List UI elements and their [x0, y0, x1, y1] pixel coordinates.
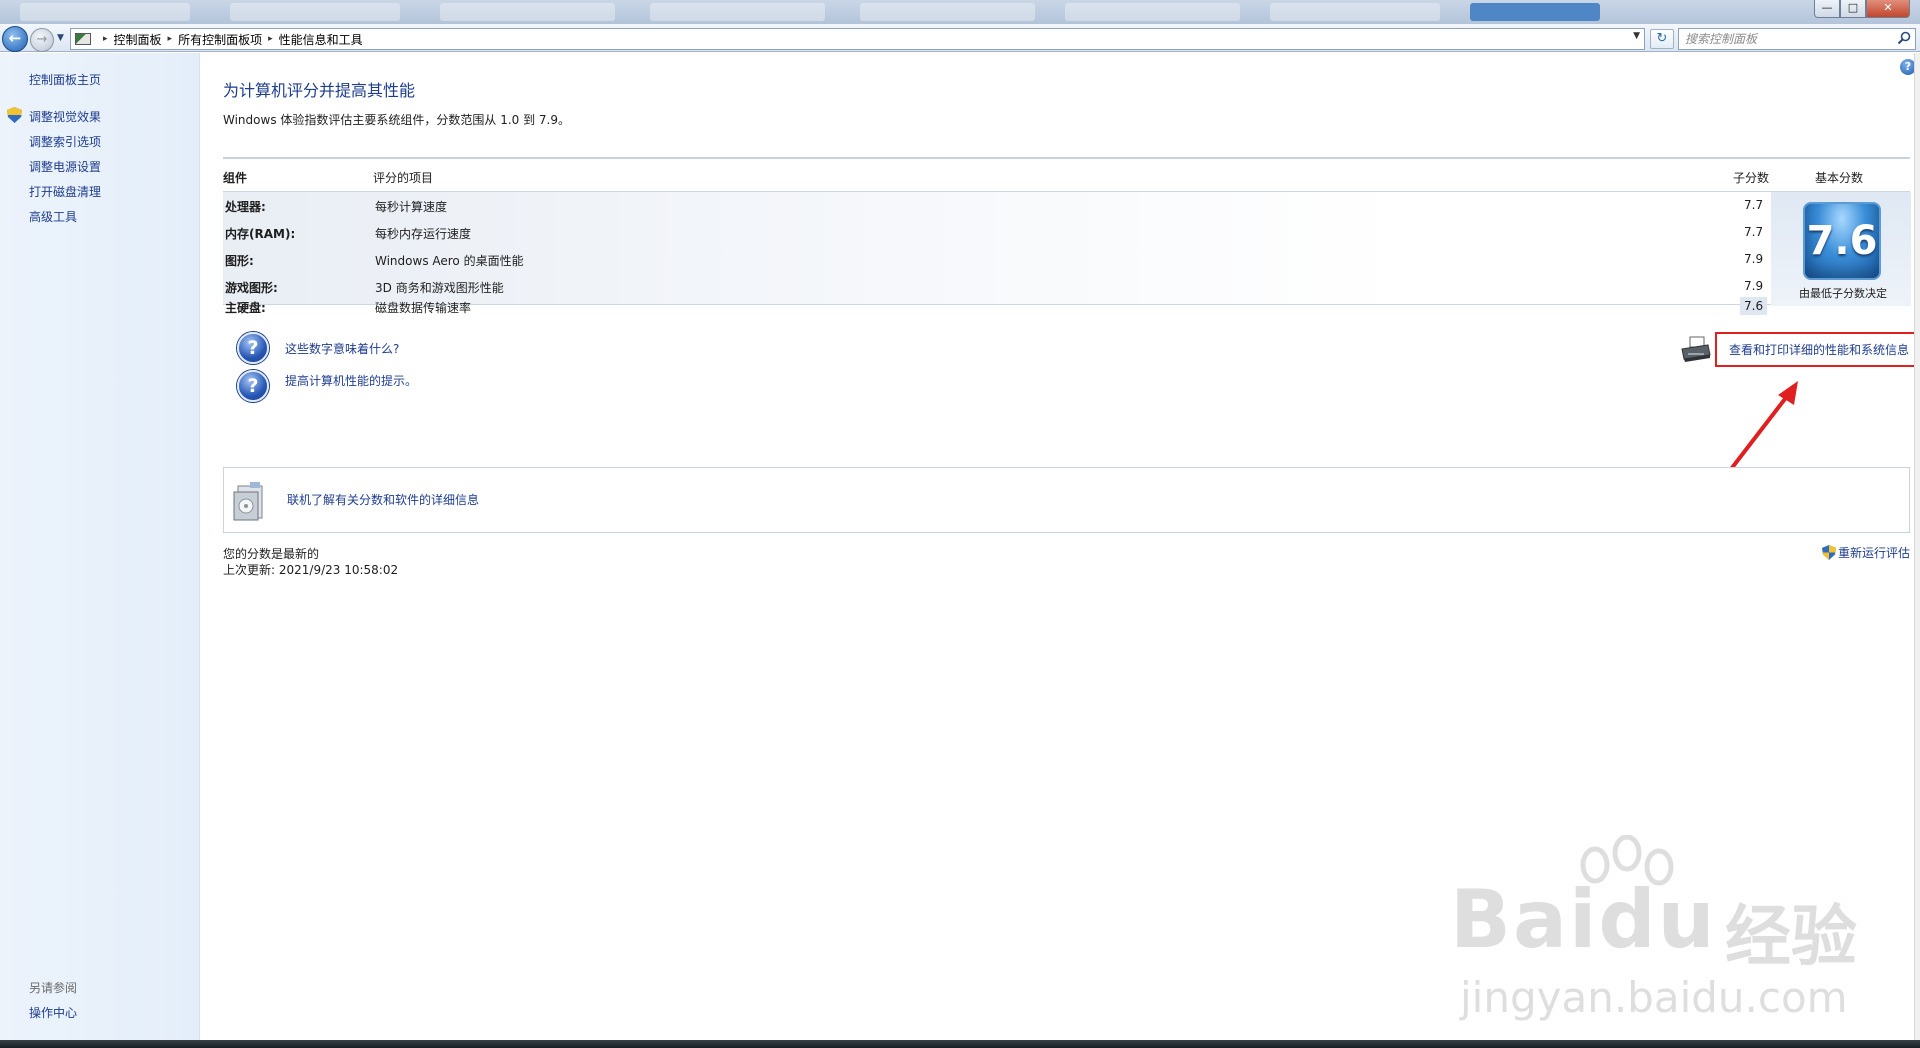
score-rows: 处理器: 每秒计算速度 7.7 内存(RAM): 每秒内存运行速度 7.7 图形… — [223, 191, 1911, 306]
background-window-tab[interactable] — [650, 3, 825, 21]
search-input[interactable]: 搜索控制面板 — [1678, 28, 1916, 50]
row-subscore: 7.9 — [1744, 252, 1764, 266]
navigation-bar: ← → ▼ ▸ 控制面板 ▸ 所有控制面板项 ▸ 性能信息和工具 ▼ ↻ 搜索控… — [0, 24, 1920, 52]
row-item: 磁盘数据传输速率 — [375, 301, 472, 315]
rerun-label: 重新运行评估 — [1838, 546, 1911, 560]
sidebar: 控制面板主页 调整视觉效果 调整索引选项 调整电源设置 打开磁盘清理 高级工具 … — [0, 53, 200, 1040]
row-component: 处理器: — [225, 200, 266, 214]
forward-button[interactable]: → — [30, 28, 54, 52]
what-numbers-mean-link[interactable]: 这些数字意味着什么? — [285, 340, 399, 357]
background-window-tab-active[interactable] — [1470, 3, 1600, 21]
header-rated-item: 评分的项目 — [373, 171, 434, 185]
background-window-tab[interactable] — [1270, 3, 1440, 21]
page-description: Windows 体验指数评估主要系统组件，分数范围从 1.0 到 7.9。 — [223, 113, 570, 127]
rerun-assessment-link[interactable]: 重新运行评估 — [1822, 544, 1910, 561]
sidebar-item-visual-effects[interactable]: 调整视觉效果 — [29, 108, 101, 125]
address-bar[interactable]: ▸ 控制面板 ▸ 所有控制面板项 ▸ 性能信息和工具 ▼ — [70, 28, 1645, 50]
online-info-panel: 联机了解有关分数和软件的详细信息 — [223, 467, 1910, 533]
base-score-badge: 7.6 — [1803, 202, 1881, 280]
watermark-url: jingyan.baidu.com — [1460, 973, 1848, 1022]
background-window-tab[interactable] — [440, 3, 615, 21]
last-update: 上次更新: 2021/9/23 10:58:02 — [223, 563, 399, 577]
row-subscore: 7.7 — [1744, 225, 1764, 239]
close-button[interactable]: ✕ — [1866, 0, 1910, 18]
table-row: 内存(RAM): 每秒内存运行速度 7.7 — [223, 219, 1773, 246]
back-button[interactable]: ← — [2, 26, 28, 52]
breadcrumb-performance-tools[interactable]: 性能信息和工具 — [279, 31, 363, 48]
main-content: ? 为计算机评分并提高其性能 Windows 体验指数评估主要系统组件，分数范围… — [200, 53, 1920, 1040]
watermark-brand-du: du — [1598, 873, 1717, 966]
search-icon[interactable] — [1897, 31, 1911, 45]
page-title: 为计算机评分并提高其性能 — [223, 81, 416, 100]
printer-icon — [1681, 336, 1711, 362]
watermark-brand: Bai — [1450, 873, 1599, 966]
header-base-score: 基本分数 — [1815, 171, 1864, 185]
refresh-button[interactable]: ↻ — [1650, 29, 1674, 49]
question-mark-icon: ? — [237, 332, 269, 364]
score-status: 您的分数是最新的 — [223, 547, 320, 561]
vertical-scrollbar[interactable] — [1914, 53, 1920, 1048]
baidu-watermark: Baidu 经验 jingyan.baidu.com — [1450, 835, 1890, 1022]
maximize-button[interactable]: □ — [1840, 0, 1866, 18]
software-box-icon — [233, 482, 263, 521]
uac-shield-icon — [7, 107, 22, 123]
recent-pages-dropdown[interactable]: ▼ — [57, 33, 64, 43]
view-print-details-link[interactable]: 查看和打印详细的性能和系统信息 — [1729, 341, 1909, 358]
chevron-right-icon[interactable]: ▸ — [268, 34, 273, 44]
taskbar — [0, 1040, 1920, 1048]
row-item: 每秒计算速度 — [375, 200, 448, 214]
row-item: 每秒内存运行速度 — [375, 227, 472, 241]
sidebar-item-disk-cleanup[interactable]: 打开磁盘清理 — [29, 183, 101, 200]
sidebar-item-power[interactable]: 调整电源设置 — [29, 158, 101, 175]
sidebar-home-link[interactable]: 控制面板主页 — [29, 71, 101, 88]
background-window-tab[interactable] — [230, 3, 400, 21]
search-placeholder: 搜索控制面板 — [1685, 32, 1758, 46]
sidebar-item-action-center[interactable]: 操作中心 — [29, 1004, 77, 1021]
chevron-right-icon[interactable]: ▸ — [168, 34, 173, 44]
background-window-tab[interactable] — [1065, 3, 1240, 21]
table-row: 图形: Windows Aero 的桌面性能 7.9 — [223, 246, 1773, 273]
score-table: 组件 评分的项目 子分数 基本分数 处理器: 每秒计算速度 7.7 内存(RAM… — [223, 157, 1911, 306]
table-row: 主硬盘: 磁盘数据传输速率 7.6 — [223, 293, 1773, 320]
row-subscore: 7.7 — [1744, 198, 1764, 212]
table-row: 处理器: 每秒计算速度 7.7 — [223, 192, 1773, 219]
online-details-link[interactable]: 联机了解有关分数和软件的详细信息 — [287, 491, 479, 508]
row-item: Windows Aero 的桌面性能 — [375, 254, 524, 268]
sidebar-item-indexing[interactable]: 调整索引选项 — [29, 133, 101, 150]
chevron-down-icon[interactable]: ▼ — [1633, 31, 1640, 41]
row-component: 图形: — [225, 254, 254, 268]
minimize-button[interactable]: — — [1814, 0, 1840, 18]
sidebar-item-advanced-tools[interactable]: 高级工具 — [29, 208, 77, 225]
row-component: 主硬盘: — [225, 301, 266, 315]
window-controls: — □ ✕ — [1814, 0, 1910, 18]
performance-tips-link[interactable]: 提高计算机性能的提示。 — [285, 372, 417, 389]
base-score-caption: 由最低子分数决定 — [1799, 287, 1887, 300]
breadcrumb-all-items[interactable]: 所有控制面板项 — [178, 31, 262, 48]
chevron-right-icon[interactable]: ▸ — [103, 34, 108, 44]
watermark-cn: 经验 — [1725, 898, 1857, 975]
background-taskbar-strip: — □ ✕ — [0, 0, 1920, 24]
question-mark-icon: ? — [237, 370, 269, 402]
row-component: 内存(RAM): — [225, 227, 296, 241]
background-window-tab[interactable] — [20, 3, 190, 21]
uac-shield-icon — [1822, 545, 1836, 560]
background-window-tab[interactable] — [860, 3, 1035, 21]
row-subscore: 7.6 — [1740, 297, 1768, 315]
base-score-panel: 7.6 由最低子分数决定 — [1771, 192, 1911, 306]
see-also-heading: 另请参阅 — [29, 981, 78, 995]
breadcrumb-control-panel[interactable]: 控制面板 — [114, 31, 162, 48]
header-subscore: 子分数 — [1733, 171, 1770, 185]
header-component: 组件 — [223, 171, 248, 185]
control-panel-icon — [75, 33, 91, 45]
